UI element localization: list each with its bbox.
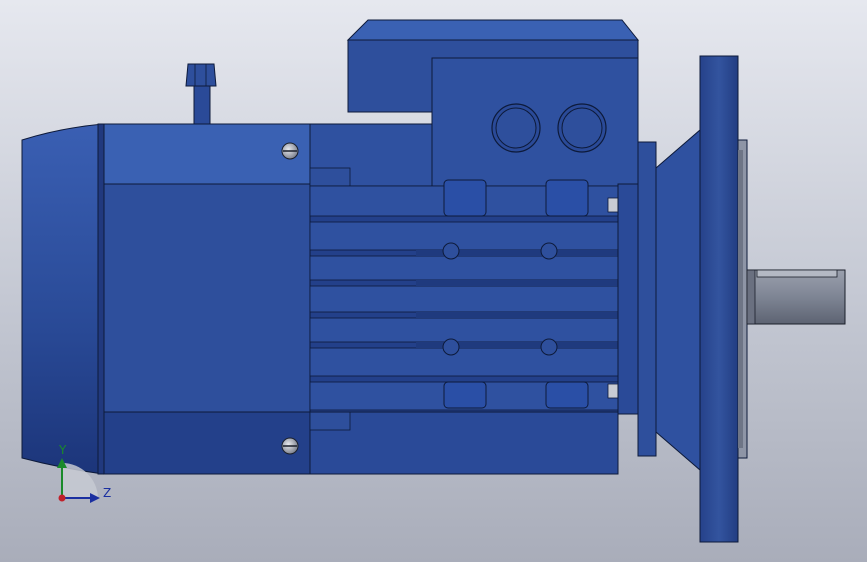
cable-gland-2[interactable] xyxy=(557,103,607,153)
triad-origin xyxy=(58,494,66,502)
graphics-viewport[interactable]: Y Z xyxy=(0,0,867,562)
cable-gland-1[interactable] xyxy=(491,103,541,153)
lifting-eye-bolt[interactable] xyxy=(185,63,217,125)
triad-z-label: Z xyxy=(103,486,112,500)
housing-screw-top[interactable] xyxy=(281,142,299,160)
mounting-flange[interactable] xyxy=(699,55,748,543)
housing-screw-bottom[interactable] xyxy=(281,437,299,455)
motor-3d-model[interactable] xyxy=(0,0,867,562)
triad-y-label: Y xyxy=(59,443,67,457)
output-shaft[interactable] xyxy=(746,269,846,325)
fan-cover[interactable] xyxy=(21,123,107,475)
cooling-fins xyxy=(309,179,621,413)
